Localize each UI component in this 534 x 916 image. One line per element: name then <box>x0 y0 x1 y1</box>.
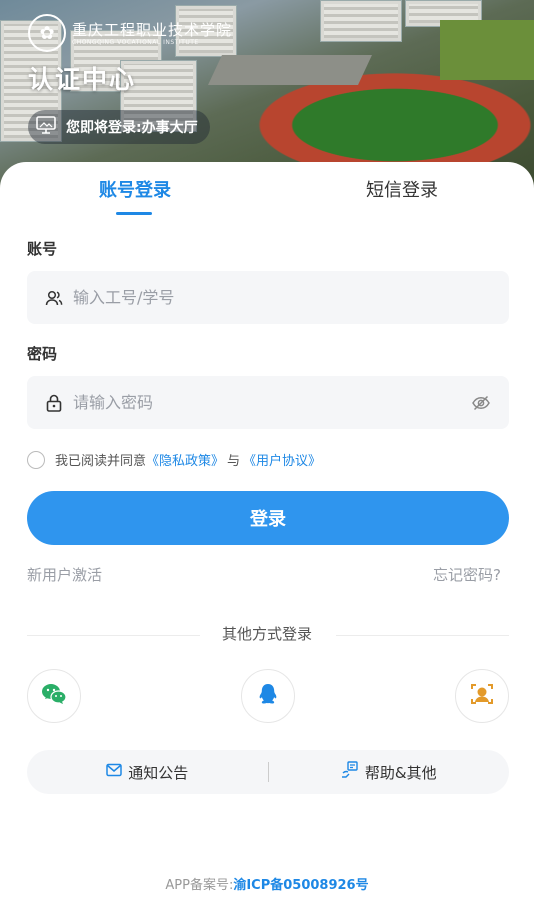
agreement-checkbox[interactable] <box>27 450 45 469</box>
account-label: 账号 <box>27 240 58 258</box>
login-button[interactable]: 登录 <box>27 491 509 545</box>
password-label: 密码 <box>27 345 58 363</box>
monitor-icon <box>36 116 56 138</box>
eye-hidden-icon[interactable] <box>471 393 491 413</box>
agreement-row: 我已阅读并同意 《隐私政策》 与 《用户协议》 <box>27 450 321 469</box>
tab-sms-login[interactable]: 短信登录 <box>366 176 438 202</box>
target-app-pill: 您即将登录:办事大厅 <box>28 110 210 144</box>
icp-number-link[interactable]: 渝ICP备05008926号 <box>233 878 368 893</box>
lock-icon <box>45 394 63 412</box>
other-login-title: 其他方式登录 <box>221 625 312 643</box>
help-button[interactable]: 帮助&其他 <box>269 761 510 783</box>
face-login-button[interactable] <box>455 669 509 723</box>
stadium-stand <box>208 55 372 85</box>
qq-icon <box>258 683 278 709</box>
privacy-policy-link[interactable]: 《隐私政策》 <box>146 450 224 469</box>
notice-button[interactable]: 通知公告 <box>27 762 268 783</box>
help-icon <box>341 761 359 783</box>
agreement-and: 与 <box>227 454 241 469</box>
login-tabs: 账号登录 短信登录 <box>0 162 534 218</box>
field-lawn <box>440 20 534 80</box>
notice-label: 通知公告 <box>128 763 189 782</box>
wechat-icon <box>41 683 67 709</box>
logo-subtext: CHONGQING VOCATIONAL INSTITUTE <box>72 38 199 46</box>
icp-footer: APP备案号:渝ICP备05008926号 <box>0 874 534 893</box>
account-field[interactable] <box>27 271 509 324</box>
target-app-text: 您即将登录:办事大厅 <box>66 120 198 136</box>
icp-prefix: APP备案号: <box>165 878 234 893</box>
activate-account-link[interactable]: 新用户激活 <box>27 564 102 585</box>
help-label: 帮助&其他 <box>364 763 437 782</box>
bottom-links-bar: 通知公告 帮助&其他 <box>27 750 509 794</box>
user-icon <box>45 289 63 307</box>
logo-text: 重庆工程职业技术学院 <box>72 20 233 39</box>
account-input[interactable] <box>71 287 455 308</box>
school-seal-icon: ✿ <box>28 14 66 52</box>
forgot-password-link[interactable]: 忘记密码? <box>433 564 501 585</box>
divider-right <box>336 635 509 636</box>
active-tab-indicator <box>116 212 152 215</box>
campus-building <box>320 0 402 42</box>
school-logo: ✿ 重庆工程职业技术学院 CHONGQING VOCATIONAL INSTIT… <box>28 14 232 52</box>
page-title: 认证中心 <box>28 65 137 94</box>
password-field[interactable] <box>27 376 509 429</box>
face-id-icon <box>470 682 494 710</box>
wechat-login-button[interactable] <box>27 669 81 723</box>
password-input[interactable] <box>71 392 455 413</box>
qq-login-button[interactable] <box>241 669 295 723</box>
login-card: 账号登录 短信登录 账号 密码 我已阅读并同意 《隐私政策》 与 《用户协议》 … <box>0 162 534 916</box>
tab-account-login[interactable]: 账号登录 <box>99 176 171 202</box>
agreement-prefix: 我已阅读并同意 <box>55 454 147 469</box>
mail-icon <box>106 763 122 781</box>
user-agreement-link[interactable]: 《用户协议》 <box>243 450 321 469</box>
